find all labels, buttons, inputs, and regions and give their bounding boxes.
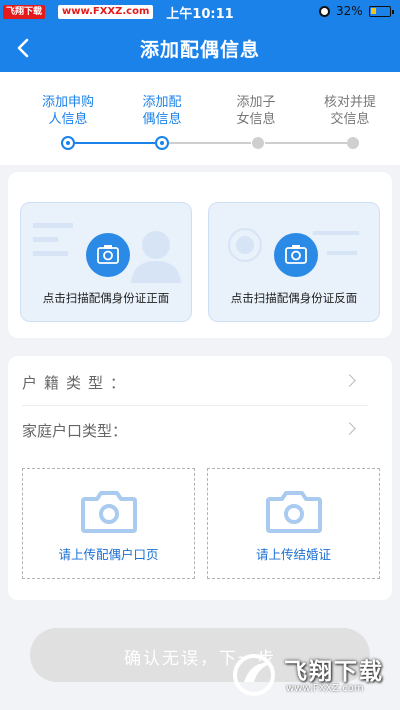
id-front-scan[interactable]: 点击扫描配偶身份证正面 [20, 202, 192, 322]
step-label-4: 核对并提 交信息 [323, 95, 376, 127]
step-label-1: 添加申购 人信息 [41, 95, 94, 127]
id-back-label: 点击扫描配偶身份证反面 [230, 291, 358, 305]
step-dot-1 [61, 136, 75, 150]
watermark-text: 飞翔下载 [284, 659, 384, 685]
chevron-right-icon [343, 422, 356, 435]
step-indicator: 添加申购 人信息 添加配 偶信息 添加子 女信息 核对并提 交信息 [0, 72, 400, 165]
family-household-type-row[interactable]: 家庭户口类型： [8, 406, 368, 454]
household-type-label: 户籍类型： [22, 374, 133, 392]
camera-icon [266, 491, 322, 533]
camera-icon [86, 233, 130, 277]
id-front-label: 点击扫描配偶身份证正面 [42, 291, 170, 305]
id-scan-card: 点击扫描配偶身份证正面 点击扫描配偶身份证反面 [8, 172, 392, 338]
household-type-row[interactable]: 户籍类型： [8, 358, 368, 406]
step-connector-1 [75, 142, 155, 144]
household-page-upload-label: 请上传配偶户口页 [58, 547, 159, 562]
watermark-url-bottom: www.FXXZ.com [286, 683, 364, 694]
page-title: 添加配偶信息 [139, 39, 260, 61]
nav-bar: 添加配偶信息 [0, 24, 400, 72]
chevron-right-icon [343, 374, 356, 387]
battery-fill [371, 8, 376, 14]
watermark-logo-icon [233, 654, 275, 696]
site-watermark: 飞翔下载 www.FXXZ.com [230, 650, 390, 700]
battery-tip [392, 10, 394, 14]
marriage-cert-upload[interactable]: 请上传结婚证 [207, 468, 380, 579]
alarm-icon [319, 6, 330, 17]
camera-icon [274, 233, 318, 277]
step-label-2: 添加配 偶信息 [142, 95, 182, 127]
household-page-upload[interactable]: 请上传配偶户口页 [22, 468, 195, 579]
status-bar: 飞翔下载 www.FXXZ.com 上午10:11 32% [0, 0, 400, 24]
family-household-type-label: 家庭户口类型： [22, 422, 128, 440]
step-dot-3 [252, 137, 264, 149]
battery-percent: 32% [336, 4, 363, 18]
step-connector-3 [265, 142, 347, 144]
marriage-cert-upload-label: 请上传结婚证 [255, 547, 331, 562]
step-dot-2 [155, 136, 169, 150]
id-back-scan[interactable]: 点击扫描配偶身份证反面 [208, 202, 380, 322]
step-label-3: 添加子 女信息 [236, 95, 276, 127]
step-dot-4 [347, 137, 359, 149]
step-connector-2 [169, 142, 251, 144]
camera-icon [81, 491, 137, 533]
household-card: 户籍类型： 家庭户口类型： 请上传配偶户口页 请上传结婚证 [8, 356, 392, 600]
battery-icon [369, 6, 394, 17]
